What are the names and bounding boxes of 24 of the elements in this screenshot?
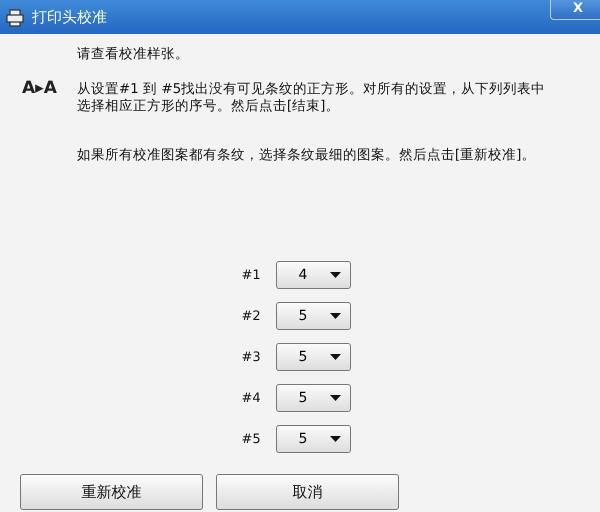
instruction-text: 如果所有校准图案都有条纹，选择条纹最细的图案。然后点击[重新校准]。	[76, 147, 536, 164]
setting-dropdown[interactable]: 5	[276, 384, 350, 412]
caret-icon	[330, 272, 340, 278]
setting-dropdown[interactable]: 5	[276, 343, 350, 371]
alignment-icon: A▸A	[22, 78, 57, 98]
setting-dropdown[interactable]: 5	[276, 425, 350, 453]
setting-label: #3	[242, 350, 262, 364]
instruction-text: 从设置#1 到 #5找出没有可见条纹的正方形。对所有的设置，从下列列表中选择相应正方形的序号。然后点击[结束]。	[76, 81, 546, 115]
setting-label: #1	[242, 268, 262, 282]
setting-dropdown[interactable]: 5	[276, 302, 350, 330]
caret-icon	[330, 436, 340, 442]
window-title: 打印头校准	[32, 8, 107, 26]
caret-icon	[330, 313, 340, 319]
close-button[interactable]: X	[550, 0, 600, 20]
setting-label: #2	[242, 308, 262, 324]
caret-icon	[330, 354, 340, 360]
setting-label: #5	[242, 432, 262, 446]
setting-label: #4	[242, 390, 262, 406]
instruction-text: 请查看校准样张。	[76, 46, 190, 63]
dialog-button[interactable]: 重新校准	[20, 474, 203, 510]
printer-icon	[4, 7, 26, 27]
dialog-button[interactable]: 取消	[216, 474, 399, 510]
setting-dropdown[interactable]: 4	[276, 261, 350, 289]
caret-icon	[330, 395, 340, 401]
